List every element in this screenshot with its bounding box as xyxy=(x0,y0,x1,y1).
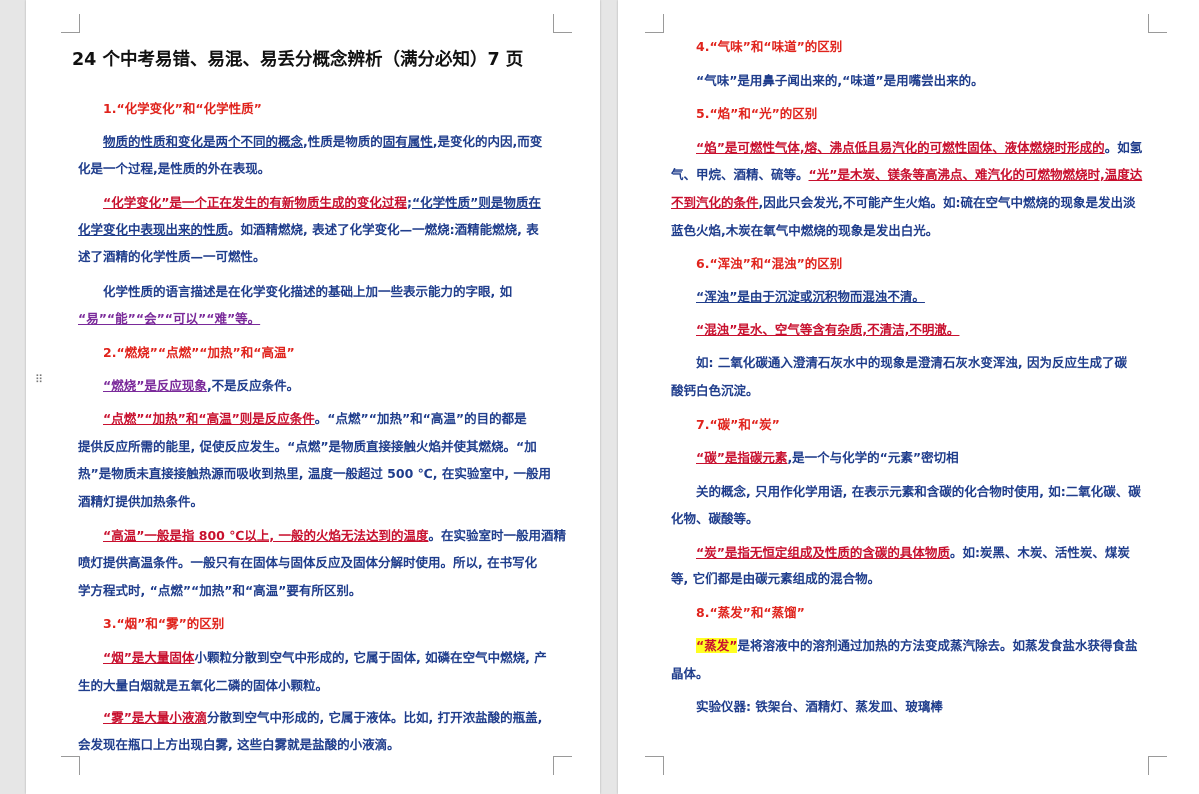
paragraph-line: “雾”是大量小液滴分散到空气中形成的, 它属于液体。比如, 打开浓盐酸的瓶盖, xyxy=(103,710,543,725)
paragraph-line: “蒸发”是将溶液中的溶剂通过加热的方法变成蒸汽除去。如蒸发食盐水获得食盐 xyxy=(696,638,1138,653)
section-heading: 7.“碳”和“炭” xyxy=(696,417,780,432)
paragraph-line: 化学性质的语言描述是在化学变化描述的基础上加一些表示能力的字眼, 如 xyxy=(103,284,513,299)
paragraph-line: 关的概念, 只用作化学用语, 在表示元素和含碳的化合物时使用, 如:二氧化碳、碳 xyxy=(696,484,1141,499)
document-page-right: 4.“气味”和“味道”的区别 “气味”是用鼻子闻出来的,“味道”是用嘴尝出来的。… xyxy=(618,0,1199,794)
section-heading: 5.“焰”和“光”的区别 xyxy=(696,106,818,121)
paragraph-line: 化是一个过程,是性质的外在表现。 xyxy=(78,161,271,176)
drag-handle-icon[interactable]: ⠿ xyxy=(35,374,43,390)
paragraph-line: “混浊”是水、空气等含有杂质,不清洁,不明澈。 xyxy=(696,322,960,337)
paragraph-line: 生的大量白烟就是五氧化二磷的固体小颗粒。 xyxy=(78,678,329,693)
paragraph-line: 晶体。 xyxy=(671,666,709,681)
paragraph-line: 酸钙白色沉淀。 xyxy=(671,383,759,398)
paragraph-line: 化物、碳酸等。 xyxy=(671,511,759,526)
crop-mark-top-right xyxy=(1148,14,1167,33)
paragraph-line: “点燃”“加热”和“高温”则是反应条件。“点燃”“加热”和“高温”的目的都是 xyxy=(103,411,527,426)
paragraph-line: “高温”一般是指 800 ℃以上, 一般的火焰无法达到的温度。在实验室时一般用酒… xyxy=(103,528,566,543)
paragraph-line: 蓝色火焰,木炭在氧气中燃烧的现象是发出白光。 xyxy=(671,223,939,238)
paragraph-line: 学方程式时, “点燃”“加热”和“高温”要有所区别。 xyxy=(78,583,362,598)
paragraph-line: “浑浊”是由于沉淀或沉积物而混浊不清。 xyxy=(696,289,925,304)
paragraph-line: 酒精灯提供加热条件。 xyxy=(78,494,204,509)
paragraph-line: 不到汽化的条件,因此只会发光,不可能产生火焰。如:硫在空气中燃烧的现象是发出淡 xyxy=(671,195,1136,210)
section-heading: 4.“气味”和“味道”的区别 xyxy=(696,39,843,54)
paragraph-line: 实验仪器: 铁架台、酒精灯、蒸发皿、玻璃棒 xyxy=(696,699,943,714)
section-heading: 3.“烟”和“雾”的区别 xyxy=(103,616,225,631)
paragraph-line: “烟”是大量固体小颗粒分散到空气中形成的, 它属于固体, 如磷在空气中燃烧, 产 xyxy=(103,650,547,665)
crop-mark-top-left xyxy=(645,14,664,33)
paragraph-line: “碳”是指碳元素,是一个与化学的“元素”密切相 xyxy=(696,450,959,465)
paragraph-line: 热”是物质未直接接触热源而吸收到热里, 温度一般超过 500 ℃, 在实验室中,… xyxy=(78,466,551,481)
paragraph-line: 述了酒精的化学性质—一可燃性。 xyxy=(78,249,266,264)
section-heading: 2.“燃烧”“点燃”“加热”和“高温” xyxy=(103,345,295,360)
paragraph-line: “炭”是指无恒定组成及性质的含碳的具体物质。如:炭黑、木炭、活性炭、煤炭 xyxy=(696,545,1130,560)
highlighted-term: “蒸发” xyxy=(696,638,738,653)
paragraph-line: 提供反应所需的能里, 促使反应发生。“点燃”是物质直接接触火焰并使其燃烧。“加 xyxy=(78,439,537,454)
paragraph-line: “化学变化”是一个正在发生的有新物质生成的变化过程;“化学性质”则是物质在 xyxy=(103,195,541,210)
paragraph-line: “焰”是可燃性气体,熔、沸点低且易汽化的可燃性固体、液体燃烧时形成的。如氢 xyxy=(696,140,1143,155)
paragraph-line: “气味”是用鼻子闻出来的,“味道”是用嘴尝出来的。 xyxy=(696,73,984,88)
section-heading: 1.“化学变化”和“化学性质” xyxy=(103,101,262,116)
paragraph-line: 物质的性质和变化是两个不同的概念,性质是物质的固有属性,是变化的内因,而变 xyxy=(103,134,543,149)
crop-mark-bottom-right xyxy=(553,756,572,775)
paragraph-line: 喷灯提供高温条件。一般只有在固体与固体反应及固体分解时使用。所以, 在书写化 xyxy=(78,555,538,570)
crop-mark-bottom-left xyxy=(61,756,80,775)
paragraph-line: “燃烧”是反应现象,不是反应条件。 xyxy=(103,378,300,393)
paragraph-line: 如: 二氧化碳通入澄清石灰水中的现象是澄清石灰水变浑浊, 因为反应生成了碳 xyxy=(696,355,1127,370)
document-page-left: 24 个中考易错、易混、易丢分概念辨析（满分必知）7 页 1.“化学变化”和“化… xyxy=(26,0,600,794)
crop-mark-bottom-left xyxy=(645,756,664,775)
section-heading: 6.“浑浊”和“混浊”的区别 xyxy=(696,256,843,271)
section-heading: 8.“蒸发”和“蒸馏” xyxy=(696,605,805,620)
paragraph-line: 等, 它们都是由碳元素组成的混合物。 xyxy=(671,571,881,586)
crop-mark-top-right xyxy=(553,14,572,33)
paragraph-line: 化学变化中表现出来的性质。如酒精燃烧, 表述了化学变化—一燃烧:酒精能燃烧, 表 xyxy=(78,222,539,237)
document-title: 24 个中考易错、易混、易丢分概念辨析（满分必知）7 页 xyxy=(72,50,524,70)
paragraph-line: 会发现在瓶口上方出现白雾, 这些白雾就是盐酸的小液滴。 xyxy=(78,737,400,752)
crop-mark-top-left xyxy=(61,14,80,33)
paragraph-line: “易”“能”“会”“可以”“难”等。 xyxy=(78,311,261,326)
crop-mark-bottom-right xyxy=(1148,756,1167,775)
paragraph-line: 气、甲烷、酒精、硫等。“光”是木炭、镁条等高沸点、难汽化的可燃物燃烧时,温度达 xyxy=(671,167,1143,182)
